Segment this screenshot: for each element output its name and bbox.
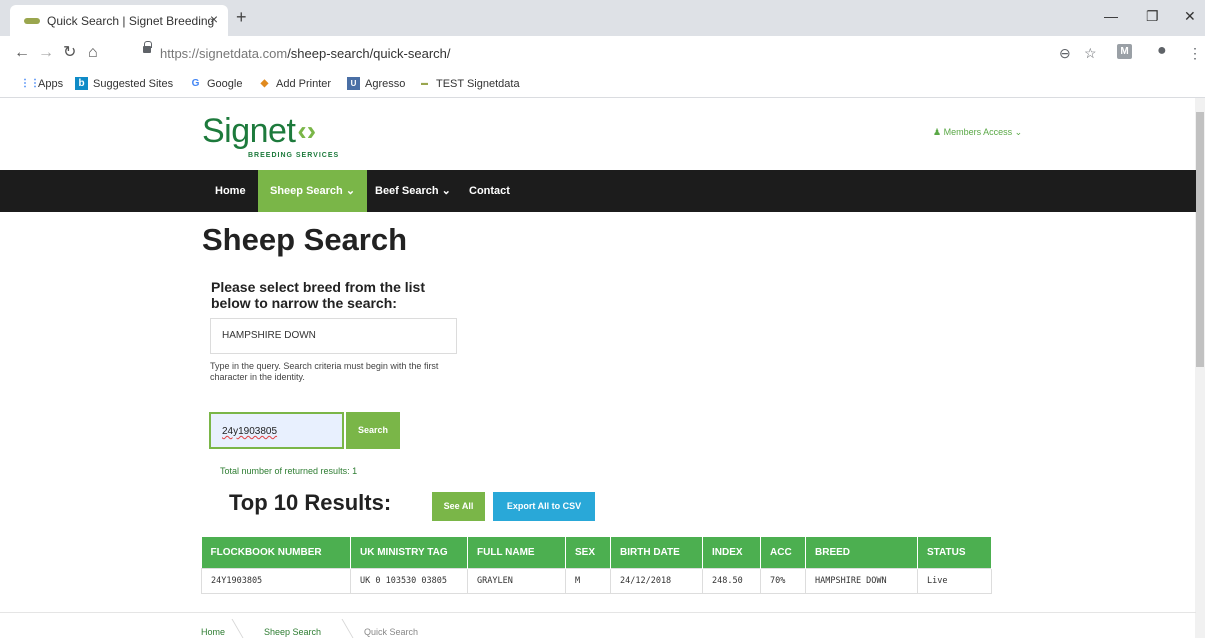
bookmark-add-printer[interactable]: ◆ Add Printer [258,77,331,90]
members-access-link[interactable]: ♟ Members Access ⌄ [933,127,1022,138]
browser-tab[interactable]: Quick Search | Signet Breeding × [10,5,228,36]
footer-divider [0,612,1196,613]
breadcrumb-sheep-search[interactable]: Sheep Search [264,627,321,637]
col-status[interactable]: STATUS [917,537,992,568]
logo-wordmark: Signet [202,112,296,150]
signet-icon: ▬ [421,80,428,87]
col-sex[interactable]: SEX [565,537,611,568]
window-close-icon[interactable]: ✕ [1184,9,1196,23]
forward-arrow-icon[interactable]: → [38,45,54,61]
logo-arrows-icon: ‹› [297,115,317,146]
breed-select-input[interactable]: HAMPSHIRE DOWN [210,318,457,354]
col-breed[interactable]: BREED [805,537,918,568]
logo-tagline: BREEDING SERVICES [248,152,340,159]
identity-value: 24y1903805 [222,426,278,437]
col-full-name[interactable]: FULL NAME [467,537,566,568]
results-title: Top 10 Results: [229,490,392,515]
cell-breed: HAMPSHIRE DOWN [805,567,918,594]
search-button[interactable]: Search [346,412,400,449]
restore-icon[interactable]: ❐ [1146,9,1159,23]
nav-contact[interactable]: Contact [457,170,522,212]
nav-beef-search[interactable]: Beef Search ⌄ [363,170,463,212]
new-tab-button[interactable]: + [236,8,247,26]
apps-grid-icon: ⋮⋮ [20,78,40,89]
back-arrow-icon[interactable]: ← [14,45,30,61]
search-hint: Type in the query. Search criteria must … [210,361,439,382]
bookmark-label: Google [207,77,243,90]
reload-icon[interactable]: ↻ [63,45,76,61]
bookmark-label: Suggested Sites [93,77,174,90]
bookmark-label: Apps [38,77,64,90]
bookmark-agresso[interactable]: U Agresso [347,77,405,90]
col-birth-date[interactable]: BIRTH DATE [610,537,703,568]
signet-logo[interactable]: Signet‹› BREEDING SERVICES [202,112,338,159]
breadcrumb-current: Quick Search [364,627,419,637]
cell-birth-date: 24/12/2018 [610,567,703,594]
profile-icon[interactable]: ● [1157,43,1167,59]
agresso-icon: U [347,77,360,90]
scrollbar-thumb[interactable] [1196,112,1204,367]
nav-sheep-search[interactable]: Sheep Search ⌄ [258,170,368,212]
minimize-icon[interactable]: — [1104,9,1118,23]
bookmarks-bar: ⋮⋮ Apps b Suggested Sites G Google ◆ Add Pri… [0,72,1205,98]
cell-sex: M [565,567,611,594]
cell-index: 248.50 [702,567,761,594]
nav-home[interactable]: Home [203,170,258,212]
col-index[interactable]: INDEX [702,537,761,568]
home-icon[interactable]: ⌂ [88,45,98,61]
bookmark-google[interactable]: G Google [189,77,243,90]
tab-title: Quick Search | Signet Breeding [47,13,215,28]
identity-search-input[interactable]: 24y1903805 [209,412,344,449]
extension-m-icon[interactable]: M [1117,44,1132,59]
cell-flockbook-number[interactable]: 24Y1903805 [201,567,351,594]
address-bar[interactable]: https://signetdata.com/sheep-search/quic… [160,46,451,61]
url-host: https://signetdata.com [160,46,288,61]
bookmark-suggested-sites[interactable]: b Suggested Sites [75,77,173,90]
col-flockbook-number[interactable]: FLOCKBOOK NUMBER [201,537,351,568]
signet-favicon-icon [24,17,40,24]
see-all-button[interactable]: See All [432,492,485,521]
bookmark-apps[interactable]: ⋮⋮ Apps [20,77,63,90]
printer-icon: ◆ [260,78,269,89]
export-csv-button[interactable]: Export All to CSV [493,492,595,521]
google-icon: G [191,78,200,89]
table-header-row: FLOCKBOOK NUMBER UK MINISTRY TAG FULL NA… [201,537,992,568]
page-title: Sheep Search [202,222,408,257]
table-row[interactable]: 24Y1903805 UK 0 103530 03805 GRAYLEN M 2… [201,567,992,594]
cell-status: Live [917,567,992,594]
col-uk-ministry-tag[interactable]: UK MINISTRY TAG [350,537,468,568]
bookmark-test-signetdata[interactable]: ▬ TEST Signetdata [418,77,520,90]
menu-kebab-icon[interactable]: ⋮ [1188,46,1202,60]
url-path: /sheep-search/quick-search/ [287,46,451,61]
bookmark-label: TEST Signetdata [436,77,520,90]
bookmark-label: Agresso [365,77,406,90]
cell-uk-ministry-tag: UK 0 103530 03805 [350,567,468,594]
bookmark-label: Add Printer [276,77,332,90]
results-table: FLOCKBOOK NUMBER UK MINISTRY TAG FULL NA… [201,537,992,594]
zoom-icon[interactable]: ⊖ [1059,46,1071,60]
cell-acc: 70% [760,567,806,594]
main-navbar: Home Sheep Search ⌄ Beef Search ⌄ Contac… [0,170,1196,212]
lock-icon[interactable] [143,41,152,53]
breed-prompt: Please select breed from the list below … [211,279,425,311]
breadcrumb-separator [330,619,354,638]
tab-close-icon[interactable]: × [210,12,218,26]
breadcrumb-home[interactable]: Home [201,627,225,637]
results-count: Total number of returned results: 1 [220,466,358,476]
browser-tab-strip: Quick Search | Signet Breeding × + — ❐ ✕ [0,0,1205,36]
col-acc[interactable]: ACC [760,537,806,568]
bookmark-star-icon[interactable]: ☆ [1084,46,1097,60]
cell-full-name: GRAYLEN [467,567,566,594]
bing-icon: b [75,77,88,90]
